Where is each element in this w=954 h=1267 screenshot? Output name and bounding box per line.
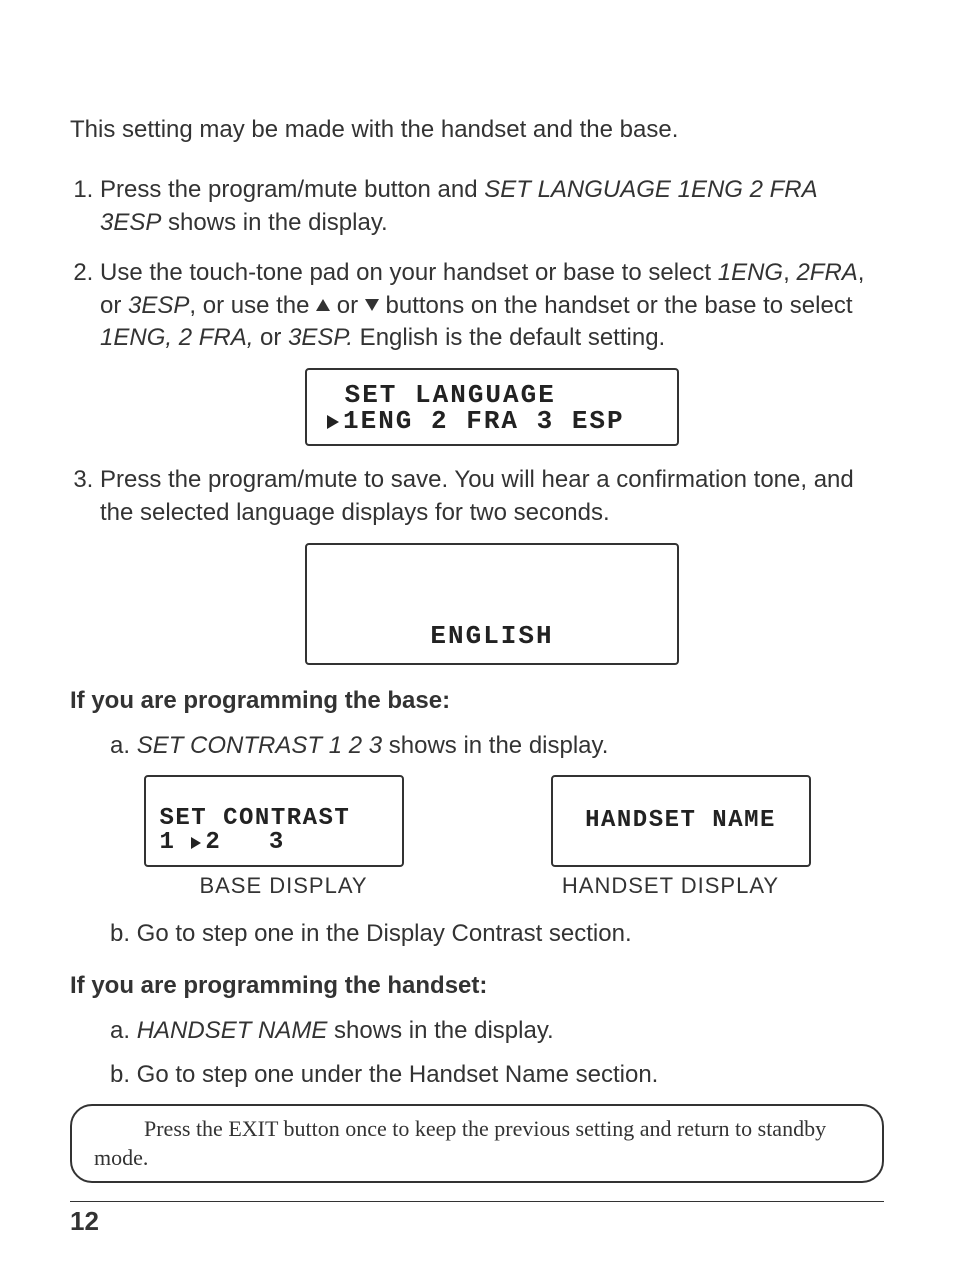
base-a2: shows in the display. (382, 732, 608, 759)
s2-end: English is the default setting. (353, 324, 665, 351)
s2-i5: 3ESP. (288, 324, 353, 351)
lcd1-line2-text: 1ENG 2 FRA 3 ESP (343, 406, 625, 436)
page-number: 12 (70, 1206, 884, 1237)
lcd-handset-name: HANDSET NAME (551, 775, 811, 867)
tip-box: Press the EXIT button once to keep the p… (70, 1104, 884, 1183)
lcd-set-language: SET LANGUAGE 1ENG 2 FRA 3 ESP (305, 368, 679, 446)
lcd-contrast-post: 2 3 (205, 829, 285, 856)
base-sub-a: a. SET CONTRAST 1 2 3 shows in the displ… (110, 729, 884, 763)
s2-mid: , or use the (189, 292, 316, 319)
lcd-english: ENGLISH (305, 543, 679, 665)
intro-text: This setting may be made with the handse… (70, 114, 884, 146)
lcd-handset-name-text: HANDSET NAME (585, 809, 776, 833)
lcd1-line1: SET LANGUAGE (327, 382, 657, 408)
step-1: Press the program/mute button and SET LA… (100, 174, 884, 239)
lcd1-line2: 1ENG 2 FRA 3 ESP (327, 408, 657, 434)
lcd-contrast-pre: 1 (160, 829, 192, 856)
hs-a1: a. (110, 1017, 137, 1044)
s3-text: Press the program/mute to save. You will… (100, 466, 854, 525)
lcd-set-contrast: SET CONTRAST 1 2 3 (144, 775, 404, 867)
s2-mid2: or (330, 292, 365, 319)
hs-a2: shows in the display. (327, 1017, 553, 1044)
caption-base: BASE DISPLAY (144, 873, 424, 899)
caption-handset: HANDSET DISPLAY (531, 873, 811, 899)
hs-heading: If you are programming the handset: (70, 972, 884, 1000)
s2-a: Use the touch-tone pad on your handset o… (100, 259, 718, 286)
step-list: Press the program/mute button and SET LA… (70, 174, 884, 665)
up-arrow-icon (316, 299, 330, 311)
s2-i2: 2FRA (796, 259, 857, 286)
display-pair: SET CONTRAST 1 2 3 HANDSET NAME (90, 775, 864, 867)
s2-c3: or (253, 324, 288, 351)
step-3: Press the program/mute to save. You will… (100, 464, 884, 665)
s2-c1: , (783, 259, 796, 286)
base-sub-b: b. Go to step one in the Display Contras… (110, 917, 884, 951)
base-heading: If you are programming the base: (70, 687, 884, 715)
s2-i1: 1ENG (718, 259, 783, 286)
hs-a-i: HANDSET NAME (137, 1017, 328, 1044)
page: This setting may be made with the handse… (0, 0, 954, 1267)
hs-sub-b: b. Go to step one under the Handset Name… (110, 1058, 884, 1092)
s2-i3: 3ESP (128, 292, 189, 319)
cursor-icon-2 (191, 837, 201, 849)
s1-text-a: Press the program/mute button and (100, 176, 484, 203)
lcd2-text: ENGLISH (430, 623, 553, 649)
s2-i4: 1ENG, 2 FRA, (100, 324, 253, 351)
down-arrow-icon (365, 299, 379, 311)
step-2: Use the touch-tone pad on your handset o… (100, 257, 884, 446)
footer-rule (70, 1201, 884, 1202)
caption-row: BASE DISPLAY HANDSET DISPLAY (90, 873, 864, 899)
base-a1: a. (110, 732, 137, 759)
hs-sub-a: a. HANDSET NAME shows in the display. (110, 1014, 884, 1048)
cursor-icon (327, 415, 339, 429)
s2-mid3: buttons on the handset or the base to se… (379, 292, 853, 319)
tip-text: Press the EXIT button once to keep the p… (94, 1116, 826, 1171)
lcd-contrast-line1: SET CONTRAST (160, 807, 388, 831)
base-a-i: SET CONTRAST 1 2 3 (137, 732, 382, 759)
lcd-contrast-line2: 1 2 3 (160, 831, 388, 855)
s1-text-b: shows in the display. (161, 209, 387, 236)
